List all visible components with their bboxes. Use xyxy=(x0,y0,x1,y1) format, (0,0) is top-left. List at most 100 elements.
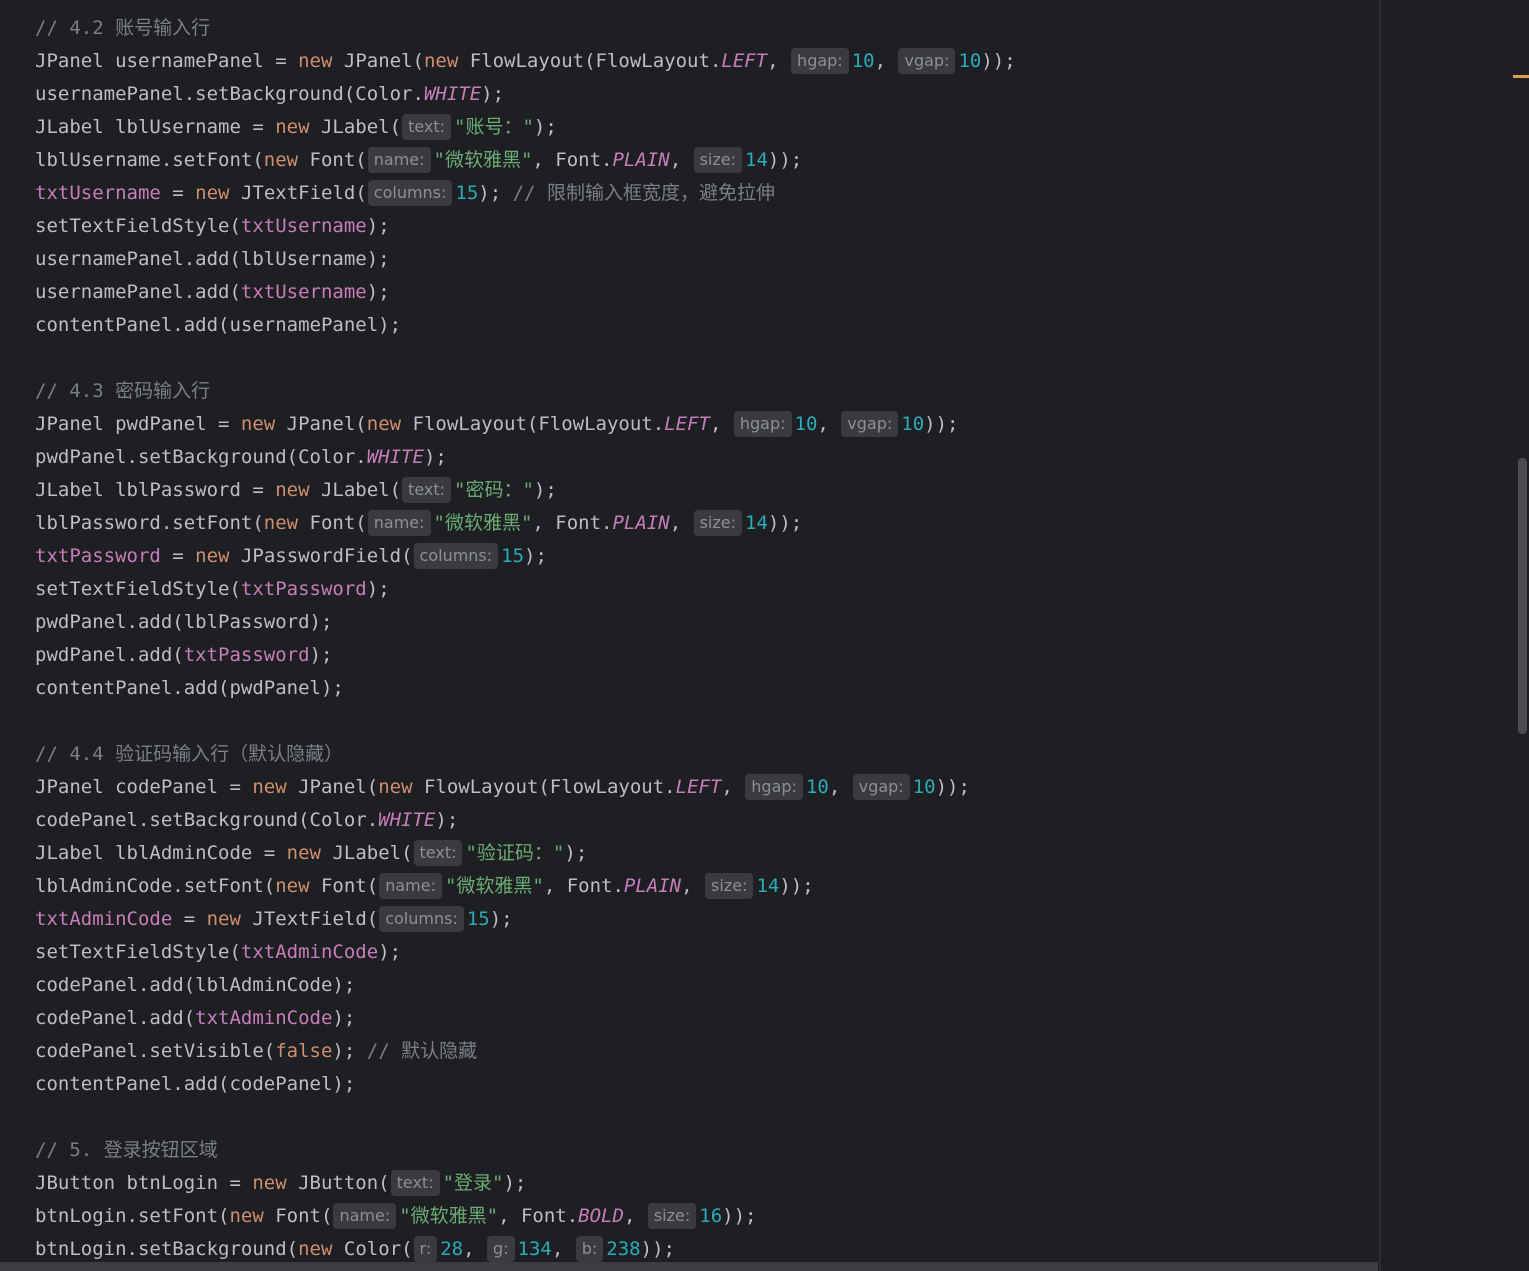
code-line[interactable]: codePanel.add(lblAdminCode); xyxy=(35,969,1016,1002)
code-text: JPanel( xyxy=(286,776,379,798)
code-text: lblPassword.setFont( xyxy=(35,512,264,534)
code-line[interactable] xyxy=(35,1101,1016,1134)
code-line[interactable]: // 4.2 账号输入行 xyxy=(35,12,1016,45)
code-text: Font( xyxy=(298,512,367,534)
code-line[interactable]: JPanel pwdPanel = new JPanel(new FlowLay… xyxy=(35,408,1016,441)
keyword: new xyxy=(229,1205,264,1227)
code-line[interactable]: usernamePanel.setBackground(Color.WHITE)… xyxy=(35,78,1016,111)
code-text: pwdPanel.add(lblPassword); xyxy=(35,611,333,633)
number-literal: 134 xyxy=(517,1238,552,1260)
code-line[interactable]: // 4.3 密码输入行 xyxy=(35,375,1016,408)
code-line[interactable]: pwdPanel.setBackground(Color.WHITE); xyxy=(35,441,1016,474)
code-text: , xyxy=(551,1238,575,1260)
code-line[interactable]: lblAdminCode.setFont(new Font(name: "微软雅黑… xyxy=(35,870,1016,903)
code-editor[interactable]: // 4.2 账号输入行 JPanel usernamePanel = new J… xyxy=(0,0,1380,1271)
horizontal-scrollbar[interactable] xyxy=(0,1262,1378,1271)
code-text: codePanel.add( xyxy=(35,1007,196,1029)
code-line[interactable]: codePanel.add(txtAdminCode); xyxy=(35,1002,1016,1035)
code-line[interactable]: usernamePanel.add(lblUsername); xyxy=(35,243,1016,276)
code-line[interactable]: // 4.4 验证码输入行（默认隐藏） xyxy=(35,738,1016,771)
code-text: ); xyxy=(435,809,459,831)
code-text: , xyxy=(767,50,791,72)
code-line[interactable]: txtUsername = new JTextField(columns: 15)… xyxy=(35,177,1016,210)
string-literal: "微软雅黑" xyxy=(433,512,533,534)
code-text: JButton btnLogin = xyxy=(35,1172,253,1194)
code-text: , xyxy=(623,1205,647,1227)
parameter-hint: size: xyxy=(693,510,742,536)
keyword: new xyxy=(378,776,413,798)
parameter-hint: hgap: xyxy=(733,411,792,437)
code-line[interactable]: pwdPanel.add(txtPassword); xyxy=(35,639,1016,672)
code-line[interactable]: JLabel lblAdminCode = new JLabel(text: "验… xyxy=(35,837,1016,870)
code-text: codePanel.add(lblAdminCode); xyxy=(35,974,356,996)
code-text: JLabel( xyxy=(309,116,402,138)
field-ref: txtUsername xyxy=(35,182,161,204)
code-text: , Font. xyxy=(532,149,613,171)
field-ref: txtUsername xyxy=(240,215,367,237)
code-text: setTextFieldStyle( xyxy=(35,941,241,963)
comment: // 限制输入框宽度，避免拉伸 xyxy=(512,182,775,204)
constant: WHITE xyxy=(423,83,482,105)
code-text: ); xyxy=(503,1172,527,1194)
code-text: btnLogin.setFont( xyxy=(35,1205,230,1227)
vertical-scrollbar-thumb[interactable] xyxy=(1518,458,1527,734)
code-text: , xyxy=(669,512,693,534)
code-text: , Font. xyxy=(498,1205,579,1227)
field-ref: txtAdminCode xyxy=(195,1007,333,1029)
parameter-hint: text: xyxy=(413,840,463,866)
code-text: pwdPanel.add( xyxy=(35,644,184,666)
code-line[interactable] xyxy=(35,705,1016,738)
code-text: = xyxy=(172,908,207,930)
string-literal: "微软雅黑" xyxy=(433,149,533,171)
code-text: codePanel.setVisible( xyxy=(35,1040,276,1062)
code-line[interactable]: setTextFieldStyle(txtPassword); xyxy=(35,573,1016,606)
code-text: ); xyxy=(478,182,513,204)
code-text: , xyxy=(817,413,841,435)
code-line[interactable]: JLabel lblPassword = new JLabel(text: "密码… xyxy=(35,474,1016,507)
code-line[interactable]: contentPanel.add(pwdPanel); xyxy=(35,672,1016,705)
keyword: new xyxy=(298,1238,333,1260)
parameter-hint: vgap: xyxy=(852,774,910,800)
constant: PLAIN xyxy=(623,875,682,897)
code-text: FlowLayout(FlowLayout. xyxy=(412,776,676,798)
code-line[interactable]: lblUsername.setFont(new Font(name: "微软雅黑"… xyxy=(35,144,1016,177)
code-line[interactable]: pwdPanel.add(lblPassword); xyxy=(35,606,1016,639)
code-line[interactable]: lblPassword.setFont(new Font(name: "微软雅黑"… xyxy=(35,507,1016,540)
code-text: )); xyxy=(924,413,959,435)
code-line[interactable]: contentPanel.add(codePanel); xyxy=(35,1068,1016,1101)
code-text: ); xyxy=(481,83,505,105)
code-line[interactable]: JLabel lblUsername = new JLabel(text: "账号… xyxy=(35,111,1016,144)
code-line[interactable]: codePanel.setVisible(false); // 默认隐藏 xyxy=(35,1035,1016,1068)
code-line[interactable] xyxy=(35,342,1016,375)
code-line[interactable]: setTextFieldStyle(txtAdminCode); xyxy=(35,936,1016,969)
code-line[interactable]: txtPassword = new JPasswordField(columns… xyxy=(35,540,1016,573)
number-literal: 238 xyxy=(606,1238,641,1260)
number-literal: 14 xyxy=(745,512,768,534)
code-text: ); xyxy=(309,644,333,666)
code-text: JPanel usernamePanel = xyxy=(35,50,299,72)
code-line[interactable]: codePanel.setBackground(Color.WHITE); xyxy=(35,804,1016,837)
code-text: FlowLayout(FlowLayout. xyxy=(458,50,722,72)
code-line[interactable]: JButton btnLogin = new JButton(text: "登录"… xyxy=(35,1167,1016,1200)
code-text: )); xyxy=(767,149,803,171)
code-text: pwdPanel.setBackground(Color. xyxy=(35,446,367,468)
code-text: )); xyxy=(640,1238,675,1260)
field-ref: txtUsername xyxy=(240,281,367,303)
error-stripe-marker[interactable] xyxy=(1513,75,1529,78)
code-line[interactable]: // 5. 登录按钮区域 xyxy=(35,1134,1016,1167)
code-line[interactable]: txtAdminCode = new JTextField(columns: 15… xyxy=(35,903,1016,936)
code-line[interactable]: contentPanel.add(usernamePanel); xyxy=(35,309,1016,342)
keyword: new xyxy=(275,875,310,897)
code-text: setTextFieldStyle( xyxy=(35,215,241,237)
code-line[interactable]: JPanel usernamePanel = new JPanel(new Fl… xyxy=(35,45,1016,78)
code-text: )); xyxy=(981,50,1016,72)
code-text: lblUsername.setFont( xyxy=(35,149,264,171)
code-line[interactable]: JPanel codePanel = new JPanel(new FlowLa… xyxy=(35,771,1016,804)
code-text: usernamePanel.setBackground(Color. xyxy=(35,83,424,105)
code-line[interactable]: usernamePanel.add(txtUsername); xyxy=(35,276,1016,309)
code-text: codePanel.setBackground(Color. xyxy=(35,809,379,831)
code-text: usernamePanel.add(lblUsername); xyxy=(35,248,390,270)
parameter-hint: size: xyxy=(647,1203,697,1229)
code-line[interactable]: btnLogin.setFont(new Font(name: "微软雅黑", F… xyxy=(35,1200,1016,1233)
code-line[interactable]: setTextFieldStyle(txtUsername); xyxy=(35,210,1016,243)
